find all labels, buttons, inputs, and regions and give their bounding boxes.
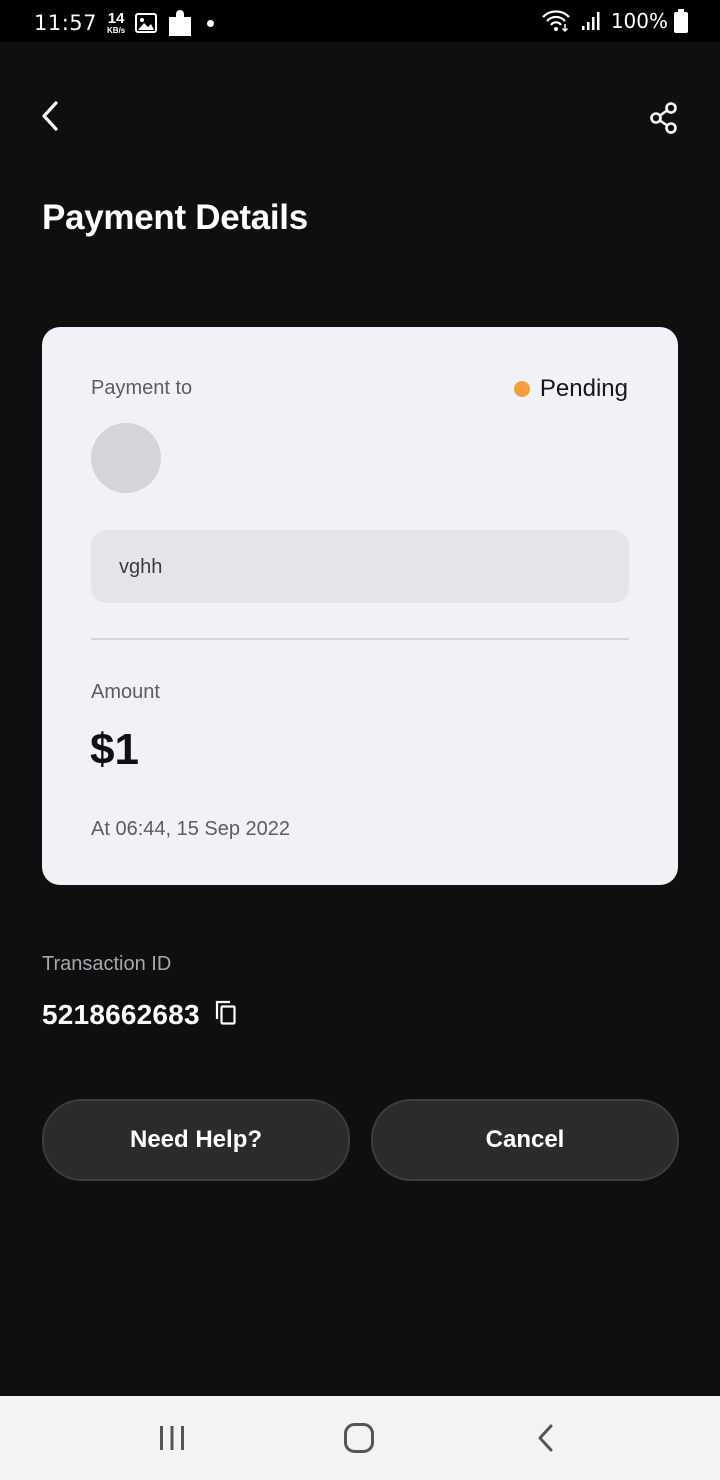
cancel-button[interactable]: Cancel (371, 1099, 679, 1181)
recents-button[interactable] (142, 1414, 202, 1462)
battery-level: 100% (610, 9, 668, 33)
copy-icon (214, 999, 238, 1027)
wifi-icon (541, 10, 571, 32)
share-icon (649, 102, 679, 134)
payment-details-screen: 11:57 14 KB/s 100% Payment Details Payme… (0, 0, 720, 1480)
system-back-button[interactable] (516, 1414, 576, 1462)
copy-button[interactable] (212, 998, 240, 1028)
page-title: Payment Details (42, 198, 308, 237)
need-help-button[interactable]: Need Help? (42, 1099, 350, 1181)
status-badge: Pending (513, 375, 628, 403)
avatar (91, 423, 161, 493)
transaction-id-row: 5218662683 (42, 999, 240, 1031)
amount-label: Amount (91, 681, 160, 703)
payment-to-label: Payment to (91, 377, 193, 399)
system-nav-bar (0, 1396, 720, 1480)
status-label: Pending (539, 375, 628, 402)
chevron-left-icon (38, 100, 62, 132)
payment-timestamp: At 06:44, 15 Sep 2022 (91, 818, 291, 840)
network-speed: 14 KB/s (107, 11, 125, 35)
payment-note: vghh (91, 530, 629, 603)
status-bar-left: 11:57 14 KB/s (34, 8, 215, 38)
share-button[interactable] (642, 96, 686, 140)
transaction-id-value: 5218662683 (42, 999, 200, 1030)
back-button[interactable] (30, 96, 70, 136)
recents-icon (157, 1424, 187, 1452)
status-bar-right: 100% (531, 9, 688, 33)
image-icon (135, 13, 158, 33)
network-speed-unit: KB/s (107, 26, 126, 35)
back-icon (536, 1423, 556, 1453)
dot-icon (207, 19, 215, 27)
network-speed-value: 14 (107, 10, 125, 27)
battery-icon (674, 9, 688, 33)
payment-note-text: vghh (119, 556, 163, 578)
transaction-id-label: Transaction ID (42, 953, 172, 975)
home-button[interactable] (329, 1414, 389, 1462)
status-dot (513, 381, 530, 397)
signal-icon (581, 11, 603, 31)
amount-value: $1 (90, 725, 139, 774)
payment-card: Payment to Pending vghh Amount $1 At 06:… (42, 327, 678, 885)
status-bar: 11:57 14 KB/s 100% (0, 0, 720, 42)
status-time: 11:57 (34, 11, 98, 35)
divider (91, 638, 629, 640)
puzzle-icon (167, 8, 193, 38)
home-icon (343, 1422, 375, 1454)
